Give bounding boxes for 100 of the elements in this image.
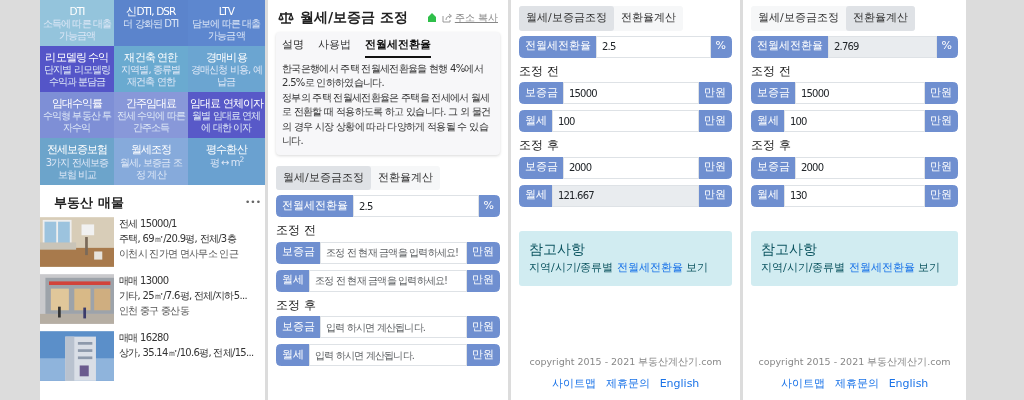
info-tab[interactable]: 사용법 (318, 36, 351, 58)
mode-tab[interactable]: 월세/보증금조정 (519, 6, 614, 31)
mode-tab[interactable]: 월세/보증금조정 (276, 165, 371, 190)
tile-title: 임대수익률 (50, 97, 104, 111)
field-label: 보증금 (276, 241, 321, 264)
menu-tile[interactable]: 임대료 연체이자 월별 임대료 연체에 대한 이자 (187, 92, 265, 139)
field-label: 월세 (751, 110, 785, 133)
input-field[interactable]: 조정 전 현재 금액을 입력하세요! (309, 269, 467, 292)
tile-description: 소득에 따른 대출 가능금액 (42, 18, 112, 43)
listing-location: 인천 중구 중산동 (119, 304, 191, 318)
input-field[interactable]: 입력 하시면 계산됩니다. (320, 316, 467, 339)
tile-title: 재건축 연한 (123, 51, 179, 65)
unit-label: % (709, 35, 732, 58)
listing-headline[interactable]: 매매 13000 (119, 273, 247, 288)
input-field[interactable]: 2000 (563, 156, 699, 179)
input-field[interactable]: 조정 전 현재 금액을 입력하세요! (320, 241, 467, 264)
house-icon[interactable] (427, 13, 436, 22)
notice-title: 참고사항 (529, 239, 586, 259)
input-field[interactable]: 15000 (795, 82, 925, 105)
tile-description: 담보에 따른 대출 가능금액 (191, 18, 262, 43)
tile-description: 평 ↔ m$^{2}$ (209, 156, 244, 169)
field-label: 월세 (276, 269, 310, 292)
description-text: 정부의 주택 전월세전환율은 주택을 전세에서 월세로 전환할 때 적용하도록 하고 있습니다. 그 외 물건의 경우 시장 상황에 따라 다양하게 적용될 수 있습니다. (282, 90, 492, 148)
tile-title: 간주임대료 (124, 97, 178, 111)
field-label: 보증금 (751, 82, 796, 105)
input-field[interactable]: 100 (552, 110, 699, 133)
input-field[interactable]: 2.5 (353, 195, 479, 217)
listing-headline[interactable]: 매매 16280 (119, 330, 254, 345)
mode-tab[interactable]: 월세/보증금조정 (751, 6, 846, 31)
footer-link[interactable]: English (888, 375, 929, 392)
menu-tile[interactable]: LTV 담보에 따른 대출 가능금액 (187, 0, 265, 47)
mode-tab[interactable]: 전환율계산 (845, 6, 915, 31)
listing-details: 기타, 25㎡/7.6평, 전체/지하5... (119, 289, 247, 303)
listing-headline[interactable]: 전세 15000/1 (119, 216, 239, 231)
section-heading: 조정 전 (751, 63, 792, 80)
input-field[interactable]: 130 (784, 184, 925, 207)
input-field[interactable]: 2000 (795, 156, 925, 179)
field-label: 전월세전환율 (751, 35, 829, 58)
field-label: 보증금 (519, 156, 564, 179)
input-field[interactable]: 2.769 (828, 35, 937, 58)
section-heading: 조정 후 (519, 138, 560, 154)
listing-details: 상가, 35.14㎡/10.6평, 전체/15... (119, 346, 254, 360)
tile-title: 임대료 연체이자 (189, 97, 263, 111)
tile-title: 월세조정 (129, 143, 173, 157)
tile-description: 단지별 리모델링 수익과 분담금 (42, 64, 111, 89)
unit-label: 만원 (924, 110, 958, 133)
tile-description: 월세, 보증금 조정 계산 (119, 156, 183, 181)
input-field[interactable]: 100 (784, 110, 925, 133)
tile-description: 더 강화된 DTI (122, 18, 180, 31)
field-label: 보증금 (519, 82, 564, 105)
tile-title: 평수환산 (205, 143, 249, 156)
footer-link[interactable]: English (659, 375, 700, 392)
more-button[interactable]: ••• (245, 195, 261, 209)
mode-tab[interactable]: 전환율계산 (613, 6, 683, 31)
mode-tab[interactable]: 전환율계산 (370, 165, 440, 190)
unit-label: 만원 (698, 156, 732, 179)
listing-details: 주택, 69㎡/20.9평, 전체/3층 (119, 232, 238, 246)
unit-label: 만원 (698, 82, 732, 105)
unit-label: 만원 (466, 344, 500, 367)
field-label: 전월세전환율 (519, 35, 597, 58)
section-heading: 조정 후 (751, 138, 792, 154)
tile-title: DTI (68, 5, 86, 19)
unit-label: 만원 (924, 82, 958, 105)
tile-description: 3가지 전세보증보험 비교 (44, 156, 110, 181)
description-text: 한국은행에서 주택 전월세전환율을 현행 4%에서 2.5%로 인하하였습니다. (282, 61, 485, 90)
input-field[interactable]: 2.5 (596, 35, 711, 58)
info-tab[interactable]: 설명 (282, 36, 304, 58)
field-label: 보증금 (276, 316, 321, 339)
copyright-text: copyright 2015 - 2021 부동산계산기.com (528, 355, 723, 370)
field-label: 월세 (751, 184, 785, 207)
unit-label: 만원 (698, 110, 732, 133)
footer-link[interactable]: 제휴문의 (834, 375, 879, 392)
tile-title: LTV (217, 5, 236, 19)
footer-link[interactable]: 사이트맵 (551, 375, 596, 392)
field-label: 전월세전환율 (276, 195, 354, 217)
field-label: 월세 (519, 184, 553, 207)
footer-link[interactable]: 제휴문의 (605, 375, 650, 392)
notice-text: 지역/시기/종류별 전월세전환율 보기 (529, 259, 710, 276)
tile-description: 수익형 부동산 투자수익 (42, 110, 112, 135)
tile-description: 경매신청 비용, 예납금 (190, 64, 263, 89)
input-field[interactable]: 15000 (563, 82, 699, 105)
menu-tile[interactable]: 신DTI, DSR 더 강화된 DTI (113, 0, 188, 47)
section-heading: 조정 후 (276, 297, 317, 314)
tile-description: 전세 수익에 따른 간주소득 (115, 110, 186, 135)
field-label: 월세 (519, 110, 553, 133)
menu-tile[interactable]: 리모델링 수익 단지별 리모델링 수익과 분담금 (40, 46, 114, 93)
notice-title: 참고사항 (761, 239, 818, 259)
unit-label: 만원 (466, 316, 500, 339)
notice-link[interactable]: 전월세전환율 (616, 260, 683, 274)
tile-title: 전세보증보험 (45, 143, 109, 157)
input-field[interactable]: 121.667 (552, 184, 699, 207)
copy-link[interactable]: 주소 복사 (441, 10, 498, 25)
listing-location: 이천시 진가면 면사무소 인근 (119, 247, 239, 261)
unit-label: 만원 (466, 241, 500, 264)
input-field[interactable]: 입력 하시면 계산됩니다. (309, 344, 467, 367)
field-label: 월세 (276, 344, 310, 367)
unit-label: % (477, 195, 500, 217)
info-tab[interactable]: 전월세전환율 (365, 36, 431, 58)
notice-link[interactable]: 전월세전환율 (848, 260, 915, 274)
footer-link[interactable]: 사이트맵 (780, 375, 825, 392)
